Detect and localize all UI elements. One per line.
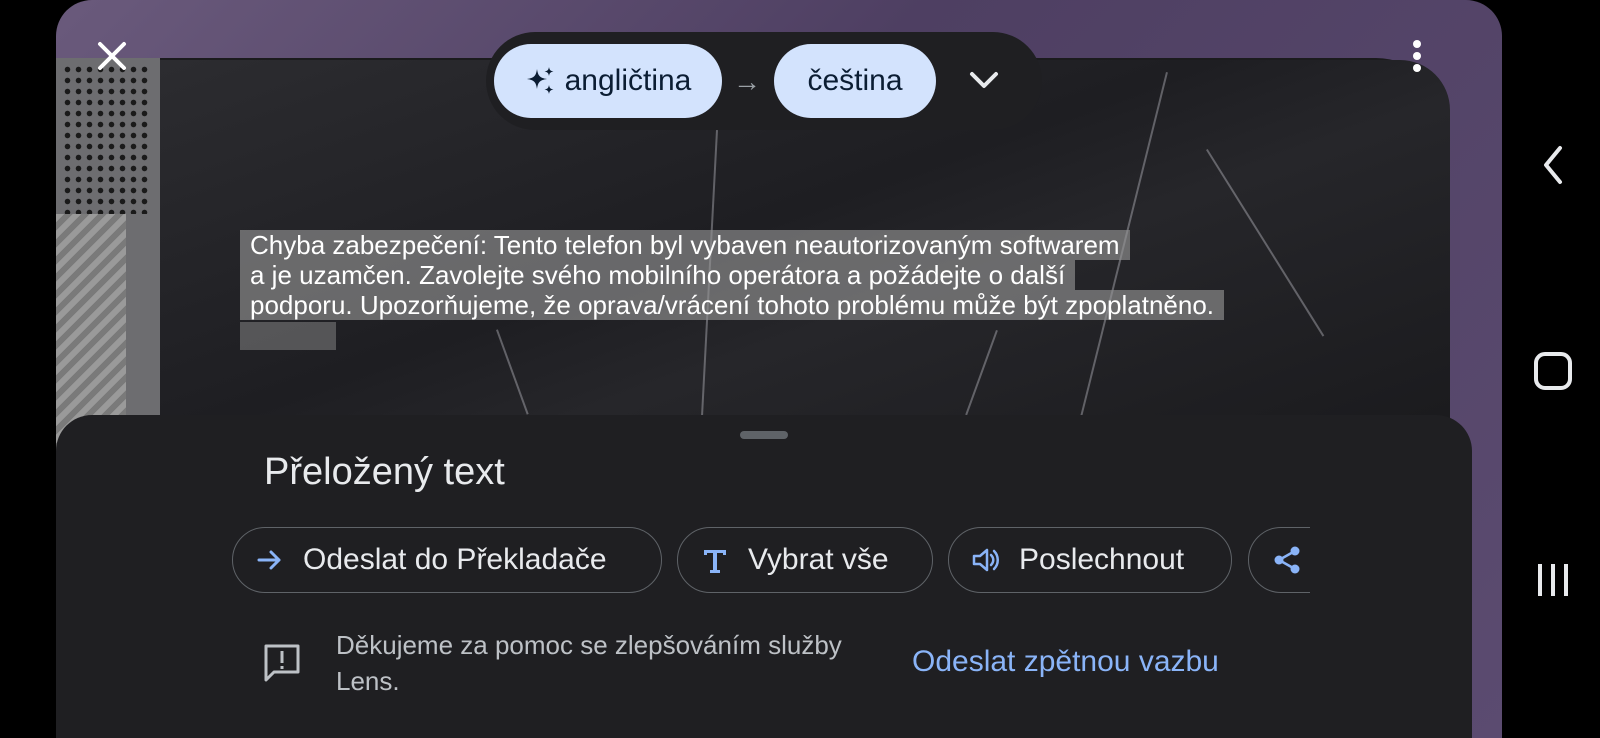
back-icon <box>1544 146 1562 184</box>
nav-home-button[interactable] <box>1534 352 1572 390</box>
overlay-line[interactable]: a je uzamčen. Zavolejte svého mobilního … <box>240 260 1076 290</box>
more-options-button[interactable] <box>1402 36 1432 76</box>
overlay-line[interactable]: podporu. Upozorňujeme, že oprava/vrácení… <box>240 290 1225 320</box>
feedback-message: Děkujeme za pomoc se zlepšováním služby … <box>336 630 842 696</box>
chevron-down-icon <box>970 72 998 88</box>
translated-overlay[interactable]: Chyba zabezpečení: Tento telefon byl vyb… <box>240 230 1312 350</box>
sheet-title: Přeložený text <box>264 451 505 493</box>
source-language-chip[interactable]: angličtina <box>494 44 722 118</box>
nav-back-button[interactable] <box>1538 142 1568 188</box>
send-to-translate-label: Odeslat do Překladače <box>303 543 607 576</box>
speaker-icon <box>972 548 999 572</box>
send-feedback-link[interactable]: Odeslat zpětnou vazbu <box>912 645 1219 679</box>
source-language-label: angličtina <box>564 64 692 97</box>
target-language-label: čeština <box>807 64 903 97</box>
recent-apps-icon <box>1538 564 1568 596</box>
select-all-button[interactable]: Vybrat vše <box>677 527 933 593</box>
send-to-translate-button[interactable]: Odeslat do Překladače <box>232 527 662 593</box>
more-vert-icon <box>1413 40 1421 72</box>
target-language-chip[interactable]: čeština <box>774 44 936 118</box>
listen-button[interactable]: Poslechnout <box>948 527 1232 593</box>
share-button[interactable] <box>1248 527 1310 593</box>
listen-label: Poslechnout <box>1019 543 1185 576</box>
sheet-drag-handle[interactable] <box>740 431 788 439</box>
share-icon <box>1274 546 1300 574</box>
close-icon <box>98 42 126 70</box>
sparkle-icon <box>526 67 554 94</box>
select-all-label: Vybrat vše <box>748 543 889 576</box>
language-expand-button[interactable] <box>964 60 1004 100</box>
action-row: Odeslat do Překladače Vybrat vše Poslech… <box>232 527 1310 593</box>
text-t-icon <box>704 550 726 573</box>
bottom-sheet: Přeložený text Odeslat do Překladače Vyb… <box>56 415 1472 738</box>
feedback-icon <box>260 640 304 684</box>
close-button[interactable] <box>92 36 132 76</box>
overlay-line[interactable]: Chyba zabezpečení: Tento telefon byl vyb… <box>240 230 1130 260</box>
arrow-right-icon: → <box>733 66 761 97</box>
language-selector: angličtina → čeština <box>486 32 1042 130</box>
speaker-dots <box>62 64 152 214</box>
overlay-block <box>240 322 336 350</box>
nav-recent-apps-button[interactable] <box>1536 562 1570 598</box>
arrow-right-icon <box>257 550 281 570</box>
